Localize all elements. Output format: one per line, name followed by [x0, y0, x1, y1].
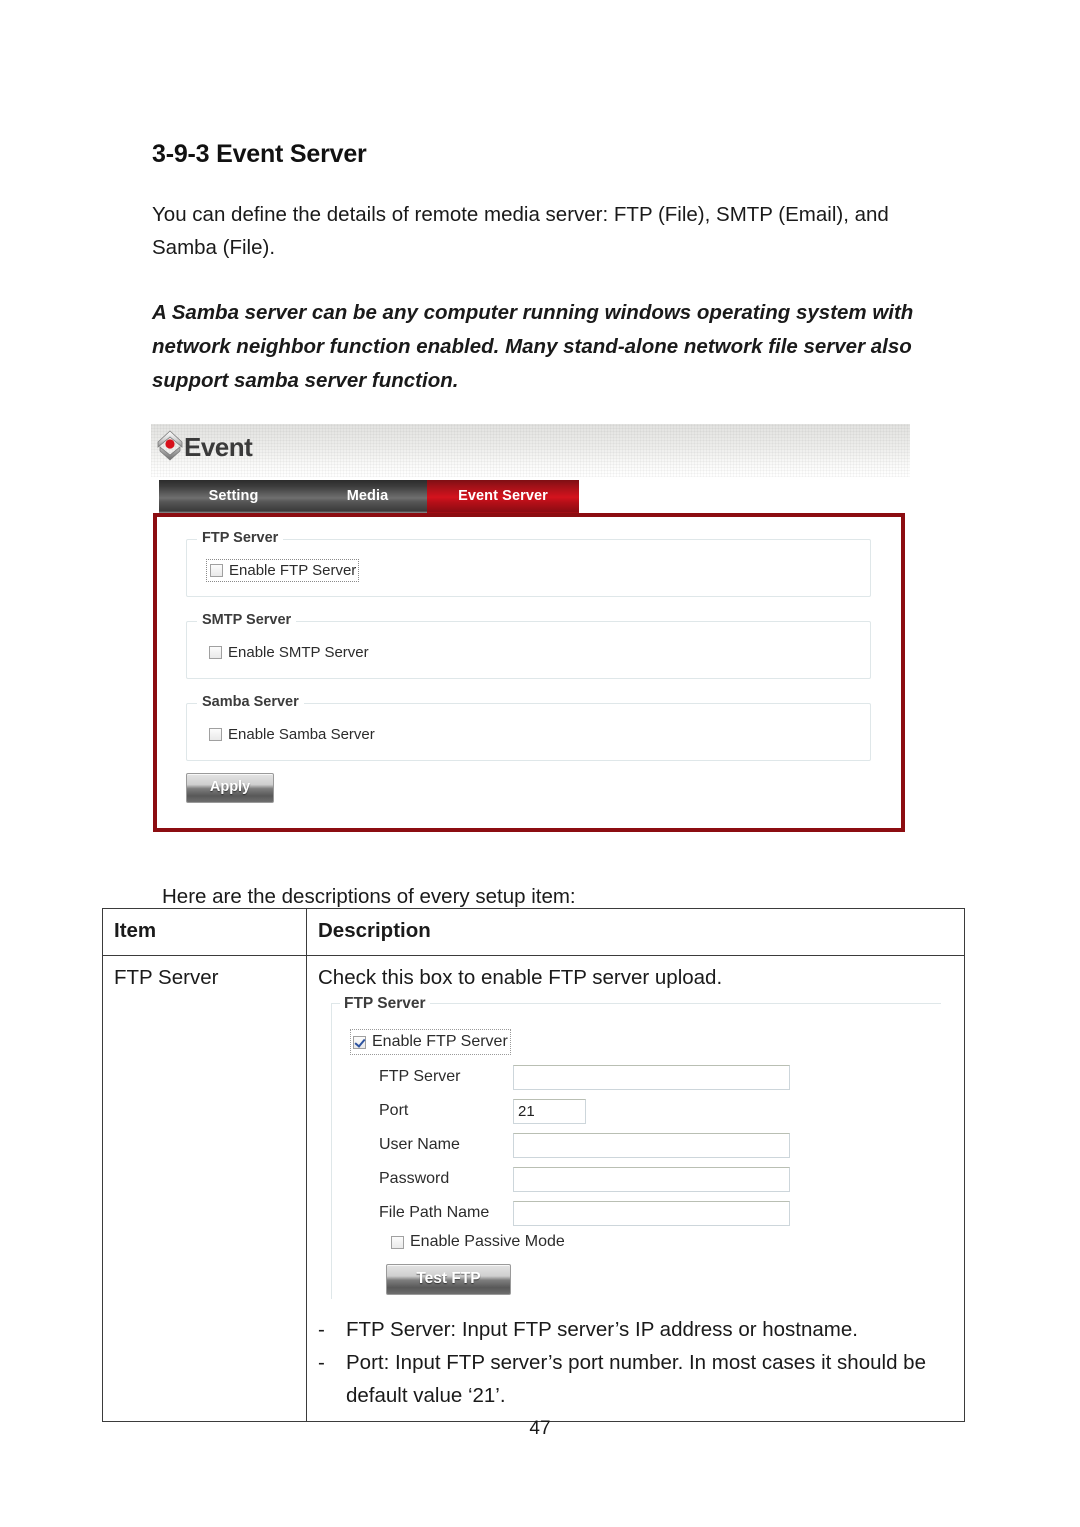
page-number: 47: [529, 1418, 551, 1439]
app-title: Event: [184, 431, 253, 462]
bullet-text: FTP Server: Input FTP server’s IP addres…: [346, 1318, 858, 1341]
event-server-panel: FTP Server Enable FTP Server SMTP Server…: [153, 513, 905, 832]
enable-ftp-server-checkbox-row[interactable]: Enable FTP Server: [205, 559, 360, 582]
checkbox-checked-icon[interactable]: [353, 1035, 366, 1049]
event-diamond-icon: [157, 430, 183, 461]
app-logo: Event: [157, 430, 253, 462]
table-header-row: Item Description: [102, 908, 965, 956]
list-item: - FTP Server: Input FTP server’s IP addr…: [318, 1313, 953, 1346]
smtp-server-legend: SMTP Server: [197, 612, 297, 628]
cell-item-ftp-server: FTP Server: [102, 955, 307, 1422]
enable-samba-server-label: Enable Samba Server: [228, 726, 375, 743]
enable-ftp-server-label: Enable FTP Server: [229, 562, 357, 579]
list-item: - Port: Input FTP server’s port number. …: [318, 1346, 953, 1412]
field-row-ftp-server: FTP Server: [379, 1064, 790, 1090]
enable-ftp-server-label: Enable FTP Server: [372, 1033, 508, 1050]
checkbox-icon[interactable]: [209, 646, 222, 659]
label-port: Port: [379, 1102, 409, 1119]
ftp-server-form-screenshot: FTP Server Enable FTP Server FTP Server …: [331, 993, 941, 1299]
port-input[interactable]: [513, 1098, 586, 1124]
field-row-port: Port: [379, 1098, 586, 1124]
ftp-server-fieldset: FTP Server Enable FTP Server: [186, 530, 871, 597]
field-row-user-name: User Name: [379, 1132, 790, 1158]
tab-bar: Setting Media Event Server: [159, 480, 579, 516]
column-header-description: Description: [306, 908, 965, 956]
user-name-input[interactable]: [513, 1132, 790, 1158]
column-header-item: Item: [102, 908, 307, 956]
label-user-name: User Name: [379, 1136, 460, 1153]
intro-paragraph: You can define the details of remote med…: [152, 203, 889, 259]
ftp-server-legend: FTP Server: [197, 530, 284, 546]
checkbox-icon[interactable]: [209, 728, 222, 741]
enable-smtp-server-checkbox-row[interactable]: Enable SMTP Server: [209, 644, 369, 661]
field-row-password: Password: [379, 1166, 790, 1192]
ftp-server-input[interactable]: [513, 1064, 790, 1090]
smtp-server-fieldset: SMTP Server Enable SMTP Server: [186, 612, 871, 679]
samba-server-legend: Samba Server: [197, 694, 304, 710]
samba-server-fieldset: Samba Server Enable Samba Server: [186, 694, 871, 761]
password-input[interactable]: [513, 1166, 790, 1192]
enable-passive-mode-checkbox-row[interactable]: Enable Passive Mode: [391, 1232, 565, 1252]
enable-smtp-server-label: Enable SMTP Server: [228, 644, 369, 661]
checkbox-icon[interactable]: [210, 564, 223, 577]
file-path-name-input[interactable]: [513, 1200, 790, 1226]
ftp-form-legend: FTP Server: [340, 993, 430, 1015]
enable-passive-mode-label: Enable Passive Mode: [410, 1233, 565, 1250]
app-header: Event: [151, 424, 910, 477]
field-row-file-path-name: File Path Name: [379, 1200, 790, 1226]
apply-button[interactable]: Apply: [186, 773, 274, 803]
description-text: Check this box to enable FTP server uplo…: [318, 966, 723, 989]
test-ftp-button[interactable]: Test FTP: [386, 1264, 511, 1295]
label-ftp-server: FTP Server: [379, 1068, 461, 1085]
bullet-text: Port: Input FTP server’s port number. In…: [346, 1351, 926, 1407]
description-table: Item Description FTP Server Check this b…: [102, 908, 965, 1422]
table-row: FTP Server Check this box to enable FTP …: [102, 955, 965, 1422]
enable-ftp-server-checkbox-row[interactable]: Enable FTP Server: [350, 1029, 511, 1055]
label-file-path-name: File Path Name: [379, 1204, 490, 1221]
description-bullet-list: - FTP Server: Input FTP server’s IP addr…: [318, 1313, 953, 1412]
tab-setting[interactable]: Setting: [159, 480, 308, 516]
label-password: Password: [379, 1170, 450, 1187]
cell-description-ftp-server: Check this box to enable FTP server uplo…: [306, 955, 965, 1422]
checkbox-icon[interactable]: [391, 1235, 404, 1249]
tab-event-server[interactable]: Event Server: [427, 480, 579, 516]
note-paragraph: A Samba server can be any computer runni…: [152, 301, 914, 392]
enable-samba-server-checkbox-row[interactable]: Enable Samba Server: [209, 726, 375, 743]
bullet-dash: -: [318, 1351, 325, 1374]
bullet-dash: -: [318, 1318, 325, 1341]
tab-media[interactable]: Media: [308, 480, 427, 516]
page-title: 3-9-3 Event Server: [152, 140, 367, 168]
event-server-screenshot: Event Setting Media Event Server FTP Ser…: [151, 424, 910, 836]
